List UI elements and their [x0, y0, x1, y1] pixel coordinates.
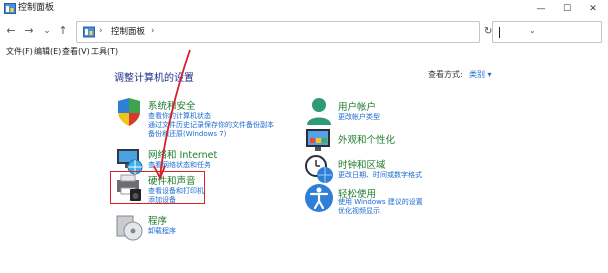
highlight-box [110, 171, 205, 204]
category-title[interactable]: 时钟和区域 [338, 157, 386, 171]
menu-file[interactable]: 文件(F) [6, 46, 33, 57]
menu-view[interactable]: 查看(V) [62, 46, 90, 57]
view-by-label: 查看方式: [428, 70, 463, 79]
menu-edit[interactable]: 编辑(E) [34, 46, 61, 57]
forward-button[interactable]: → [22, 24, 36, 38]
clock-globe-icon[interactable] [304, 154, 334, 184]
programs-disc-icon[interactable] [114, 212, 144, 242]
recent-locations-dropdown[interactable]: ⌄ [40, 24, 54, 38]
user-icon[interactable] [304, 96, 334, 126]
up-button[interactable]: ↑ [56, 24, 70, 38]
search-input[interactable] [492, 21, 602, 43]
breadcrumb-separator: › [99, 26, 103, 36]
maximize-button[interactable]: ☐ [554, 1, 580, 16]
close-button[interactable]: ✕ [580, 1, 606, 16]
category-title[interactable]: 系统和安全 [148, 98, 196, 112]
category-link[interactable]: 更改帐户类型 [338, 112, 380, 122]
category-link[interactable]: 优化视频显示 [338, 206, 380, 216]
menu-tools[interactable]: 工具(T) [91, 46, 118, 57]
category-title[interactable]: 网络和 Internet [148, 147, 217, 161]
window-title: 控制面板 [18, 3, 55, 13]
category-link[interactable]: 卸载程序 [148, 226, 176, 236]
category-link[interactable]: 查看网络状态和任务 [148, 160, 211, 170]
address-bar[interactable]: › 控制面板 › ⌄ [76, 21, 536, 43]
appearance-icon[interactable] [304, 126, 334, 156]
page-title: 调整计算机的设置 [114, 73, 194, 84]
category-title[interactable]: 用户帐户 [338, 99, 376, 113]
menu-bar: 文件(F) 编辑(E) 查看(V) 工具(T) [0, 44, 608, 58]
text-cursor [499, 27, 500, 38]
minimize-button[interactable]: — [528, 1, 554, 16]
back-button[interactable]: ← [4, 24, 18, 38]
control-panel-icon [4, 3, 16, 14]
accessibility-icon[interactable] [304, 183, 334, 213]
breadcrumb-chevron[interactable]: › [151, 26, 155, 36]
category-title[interactable]: 外观和个性化 [338, 132, 395, 146]
category-link[interactable]: 更改日期、时间或数字格式 [338, 170, 422, 180]
shield-icon[interactable] [114, 97, 144, 127]
view-by-dropdown[interactable]: 类别 ▾ [469, 69, 492, 80]
breadcrumb-control-panel[interactable]: 控制面板 [111, 26, 145, 38]
control-panel-icon [83, 26, 95, 38]
category-link[interactable]: 备份和还原(Windows 7) [148, 129, 226, 139]
category-title[interactable]: 程序 [148, 213, 167, 227]
title-bar: 控制面板 — ☐ ✕ [0, 0, 608, 18]
